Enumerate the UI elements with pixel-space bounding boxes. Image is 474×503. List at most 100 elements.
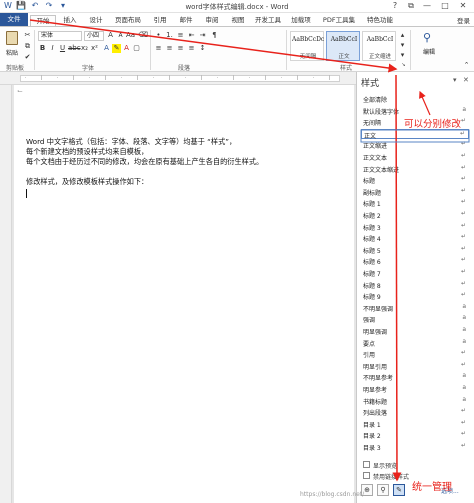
copy-icon[interactable]: ⧉: [23, 42, 32, 51]
style-inspector-icon[interactable]: ⚲: [377, 484, 389, 496]
style-list-item[interactable]: 标题 8 ↵: [361, 280, 469, 290]
style-list-item[interactable]: 引用 ↵: [361, 349, 469, 359]
style-list-item[interactable]: 不明显强调 a: [361, 303, 469, 313]
horizontal-ruler[interactable]: · | · | · | · | · | · | · | · | · | · |: [0, 72, 356, 85]
tab-special-features[interactable]: 特色功能: [362, 15, 398, 26]
show-marks-icon[interactable]: ¶: [210, 31, 219, 40]
style-list-item[interactable]: 标题 7 ↵: [361, 268, 469, 278]
style-list-item[interactable]: 目录 2 ↵: [361, 430, 469, 440]
document-line[interactable]: 每个文档由于经历过不同的修改，均会在原有基础上产生各自的衍生样式。: [26, 157, 263, 167]
decrease-indent-icon[interactable]: ⇤: [187, 31, 196, 40]
style-list-item[interactable]: 正文文本 ↵: [361, 152, 469, 162]
style-list-item[interactable]: 明显强调 a: [361, 326, 469, 336]
bullets-icon[interactable]: •: [154, 31, 163, 40]
style-list-item[interactable]: 书籍标题 a: [361, 396, 469, 406]
style-list-item[interactable]: 不明显参考 a: [361, 372, 469, 382]
style-list-item[interactable]: 标题 1 ↵: [361, 198, 469, 208]
style-list-item[interactable]: 明显引用 ↵: [361, 361, 469, 371]
style-list-item[interactable]: 标题 3 ↵: [361, 222, 469, 232]
line-spacing-icon[interactable]: ↕: [198, 44, 207, 53]
style-list-item[interactable]: 标题 5 ↵: [361, 245, 469, 255]
editing-button[interactable]: ⚲ 编辑: [416, 31, 442, 61]
format-painter-icon[interactable]: ✔: [23, 53, 32, 62]
underline-icon[interactable]: U: [58, 44, 67, 53]
style-list-item[interactable]: 标题 ↵: [361, 175, 469, 185]
minimize-icon[interactable]: —: [420, 0, 434, 12]
grow-font-icon[interactable]: A: [106, 31, 115, 40]
numbering-icon[interactable]: 1.: [165, 31, 174, 40]
style-list-item[interactable]: 列出段落 ↵: [361, 407, 469, 417]
tab-design[interactable]: 设计: [84, 15, 108, 26]
style-list-item[interactable]: 标题 9 ↵: [361, 291, 469, 301]
strikethrough-icon[interactable]: abc: [68, 44, 81, 53]
collapse-ribbon-icon[interactable]: ⌃: [462, 61, 471, 70]
style-tile-normal[interactable]: AaBbCcI 正文: [326, 31, 360, 61]
style-list-item[interactable]: 默认段落字体 a: [361, 106, 469, 116]
justify-icon[interactable]: ≡: [187, 44, 196, 53]
disable-linked-styles-checkbox[interactable]: [363, 472, 370, 479]
style-list-item[interactable]: 正文文本缩进 ↵: [361, 164, 469, 174]
style-list-item[interactable]: 副标题 ↵: [361, 187, 469, 197]
manage-styles-icon[interactable]: ✎: [393, 484, 405, 496]
char-shading-icon[interactable]: ▢: [132, 44, 141, 53]
subscript-icon[interactable]: x₂: [80, 44, 89, 53]
tab-page-layout[interactable]: 页面布局: [110, 15, 146, 26]
pane-close-icon[interactable]: ✕: [463, 76, 469, 84]
tab-file[interactable]: 文件: [0, 13, 28, 26]
shrink-font-icon[interactable]: A: [116, 31, 125, 40]
clear-format-icon[interactable]: ⌫: [138, 31, 148, 40]
style-list-item[interactable]: 目录 1 ↵: [361, 419, 469, 429]
style-list-item[interactable]: 正文 ↵: [361, 128, 469, 140]
document-page[interactable]: ⌙ Word 中文字格式（包括：字体、段落、文字等）均基于 “样式”， 每个新建…: [14, 85, 354, 503]
tab-pdf-tools[interactable]: PDF工具集: [318, 15, 360, 26]
tab-view[interactable]: 视图: [226, 15, 250, 26]
vertical-ruler[interactable]: [0, 85, 12, 503]
style-list-item[interactable]: 标题 4 ↵: [361, 233, 469, 243]
ribbon-display-icon[interactable]: ⧉: [404, 0, 418, 12]
gallery-scroll-down-icon[interactable]: ▾: [398, 41, 407, 50]
style-tile-no-spacing[interactable]: AaBbCcDc 无间隔: [290, 31, 324, 61]
style-list-item[interactable]: 要点 a: [361, 338, 469, 348]
italic-icon[interactable]: I: [48, 44, 57, 53]
styles-launcher-icon[interactable]: ↘: [400, 62, 407, 69]
align-left-icon[interactable]: ≡: [154, 44, 163, 53]
style-tile-normal-indent[interactable]: AaBbCcI 正文缩进: [362, 31, 396, 61]
superscript-icon[interactable]: x²: [90, 44, 99, 53]
font-name-select[interactable]: 宋体: [38, 31, 82, 41]
pane-options-icon[interactable]: ▾: [453, 76, 457, 84]
font-size-select[interactable]: 小四: [84, 31, 104, 41]
tab-review[interactable]: 审阅: [200, 15, 224, 26]
document-line[interactable]: 修改样式，及修改模板样式操作如下：: [26, 177, 148, 187]
bold-icon[interactable]: B: [38, 44, 47, 53]
style-list-item[interactable]: 强调 a: [361, 314, 469, 324]
cut-icon[interactable]: ✂: [23, 31, 32, 40]
tab-mailings[interactable]: 邮件: [174, 15, 198, 26]
font-color-icon[interactable]: A: [122, 44, 131, 53]
style-list-item[interactable]: 目录 3 ↵: [361, 442, 469, 452]
tab-developer[interactable]: 开发工具: [252, 15, 284, 26]
tab-home[interactable]: 开始: [30, 15, 56, 26]
tab-insert[interactable]: 插入: [58, 15, 82, 26]
increase-indent-icon[interactable]: ⇥: [198, 31, 207, 40]
highlight-icon[interactable]: ✎: [112, 44, 121, 53]
paste-button[interactable]: 粘贴: [3, 31, 21, 59]
gallery-more-icon[interactable]: ▾: [398, 51, 407, 60]
login-link[interactable]: 登录: [457, 15, 470, 25]
gallery-scroll-up-icon[interactable]: ▴: [398, 31, 407, 40]
tab-references[interactable]: 引用: [148, 15, 172, 26]
style-list-item[interactable]: 正文缩进 ↵: [361, 140, 469, 150]
change-case-icon[interactable]: Aa: [126, 31, 135, 40]
document-line[interactable]: 每个新建文档的预设样式均来自模板，: [26, 147, 148, 157]
style-list-item[interactable]: 标题 6 ↵: [361, 256, 469, 266]
align-right-icon[interactable]: ≡: [176, 44, 185, 53]
align-center-icon[interactable]: ≡: [165, 44, 174, 53]
show-preview-checkbox[interactable]: [363, 461, 370, 468]
close-icon[interactable]: ✕: [456, 0, 470, 12]
help-icon[interactable]: ?: [388, 0, 402, 12]
tab-addins[interactable]: 加载项: [286, 15, 316, 26]
maximize-icon[interactable]: □: [438, 0, 452, 12]
document-line[interactable]: Word 中文字格式（包括：字体、段落、文字等）均基于 “样式”，: [26, 137, 236, 147]
multilevel-list-icon[interactable]: ≡: [176, 31, 185, 40]
style-list-item[interactable]: 标题 2 ↵: [361, 210, 469, 220]
text-effects-icon[interactable]: A: [102, 44, 111, 53]
